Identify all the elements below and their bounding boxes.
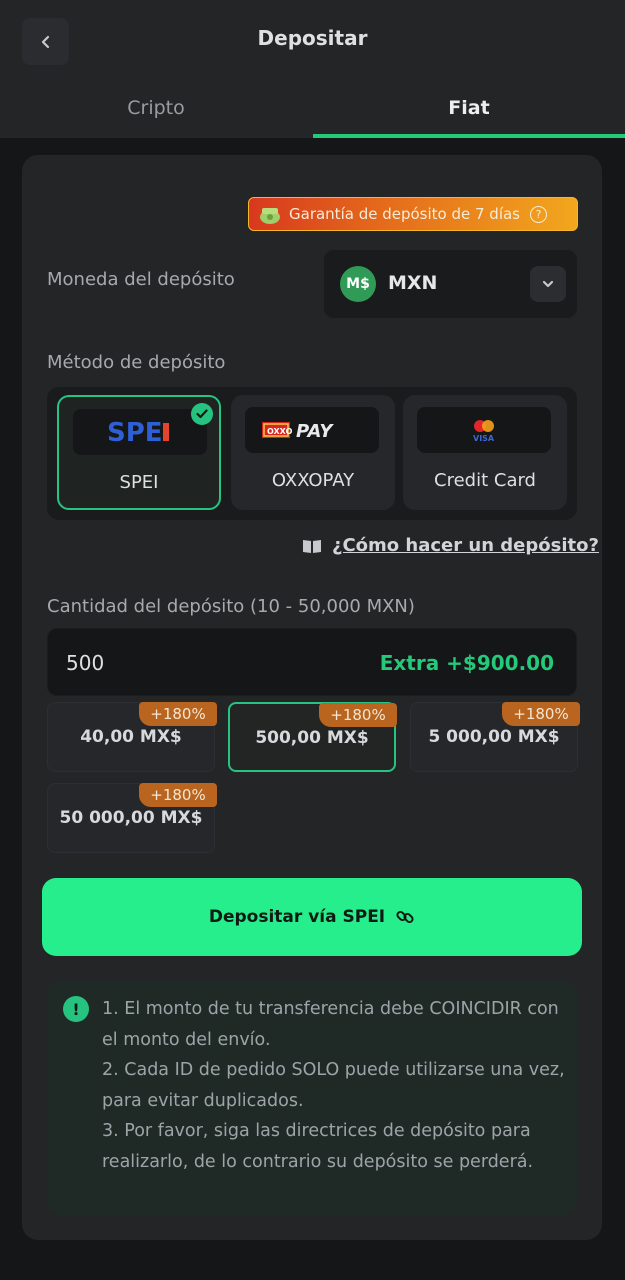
bonus-badge: +180%	[139, 783, 217, 807]
method-oxxopay-label: OXXOPAY	[271, 470, 355, 491]
bonus-badge: +180%	[139, 702, 217, 726]
page-title: Depositar	[257, 26, 368, 50]
preset-amount-5000[interactable]: +180% 5 000,00 MX$	[410, 702, 580, 772]
bonus-badge: +180%	[319, 703, 397, 727]
extra-bonus-text: Extra +$900.00	[379, 651, 554, 675]
money-bag-icon	[260, 208, 280, 224]
card-logo: VISA	[417, 407, 551, 453]
svg-text:VISA: VISA	[473, 434, 495, 443]
method-credit-card-label: Credit Card	[434, 470, 536, 491]
how-to-deposit-link[interactable]: ¿Cómo hacer un depósito?	[302, 535, 599, 556]
mxn-coin-icon: M$	[340, 266, 376, 302]
active-tab-indicator	[313, 134, 625, 138]
top-bar: Depositar Cripto Fiat	[0, 0, 625, 138]
chevron-down-icon	[542, 280, 554, 288]
deposit-guarantee-badge[interactable]: Garantía de depósito de 7 días ?	[248, 197, 578, 231]
tab-fiat[interactable]: Fiat	[313, 97, 625, 119]
amount-label: Cantidad del depósito (10 - 50,000 MXN)	[47, 596, 415, 617]
bonus-badge: +180%	[502, 702, 580, 726]
tab-cripto[interactable]: Cripto	[0, 97, 312, 119]
notice-text: 1. El monto de tu transferencia debe COI…	[102, 994, 572, 1177]
method-spei[interactable]: SPE SPEI	[57, 395, 221, 510]
svg-text:PAY: PAY	[296, 421, 334, 442]
selected-check-icon	[191, 403, 213, 425]
currency-dropdown-button[interactable]	[530, 266, 566, 302]
oxxopay-logo: OXXO PAY	[245, 407, 379, 453]
deposit-submit-button[interactable]: Depositar vía SPEI	[42, 878, 582, 956]
method-spei-label: SPEI	[119, 472, 159, 493]
preset-amount-500[interactable]: +180% 500,00 MX$	[228, 702, 397, 772]
preset-value: 50 000,00 MX$	[59, 808, 203, 828]
mastercard-visa-icon: VISA	[473, 420, 495, 443]
link-icon	[396, 910, 414, 924]
currency-value: MXN	[388, 272, 438, 294]
method-oxxopay[interactable]: OXXO PAY OXXOPAY	[231, 395, 395, 510]
how-to-deposit-text[interactable]: ¿Cómo hacer un depósito?	[332, 535, 599, 556]
method-credit-card[interactable]: VISA Credit Card	[403, 395, 567, 510]
book-icon	[303, 539, 321, 553]
svg-text:OXXO: OXXO	[267, 427, 293, 436]
currency-label: Moneda del depósito	[47, 269, 235, 290]
notice-line-1: 1. El monto de tu transferencia debe COI…	[102, 999, 559, 1050]
exclamation-icon: !	[63, 996, 89, 1022]
spei-logo: SPE	[73, 409, 207, 455]
preset-value: 500,00 MX$	[255, 728, 369, 748]
preset-value: 5 000,00 MX$	[428, 727, 560, 747]
notice-line-2: 2. Cada ID de pedido SOLO puede utilizar…	[102, 1060, 565, 1111]
amount-input[interactable]: 500 Extra +$900.00	[47, 628, 577, 696]
preset-amount-50000[interactable]: +180% 50 000,00 MX$	[47, 783, 217, 853]
help-icon[interactable]: ?	[530, 205, 547, 223]
amount-value[interactable]: 500	[66, 651, 104, 675]
notice-line-3: 3. Por favor, siga las directrices de de…	[102, 1121, 534, 1172]
spei-logo-icon: SPE	[107, 418, 169, 447]
preset-amount-40[interactable]: +180% 40,00 MX$	[47, 702, 217, 772]
method-label: Método de depósito	[47, 352, 226, 373]
svg-text:SPE: SPE	[107, 418, 163, 447]
deposit-notice: ! 1. El monto de tu transferencia debe C…	[47, 982, 577, 1215]
guarantee-text: Garantía de depósito de 7 días	[289, 205, 520, 223]
oxxopay-logo-icon: OXXO PAY	[262, 421, 334, 442]
preset-value: 40,00 MX$	[80, 727, 182, 747]
currency-select[interactable]: M$ MXN	[324, 250, 577, 318]
deposit-button-label: Depositar vía SPEI	[208, 907, 386, 927]
